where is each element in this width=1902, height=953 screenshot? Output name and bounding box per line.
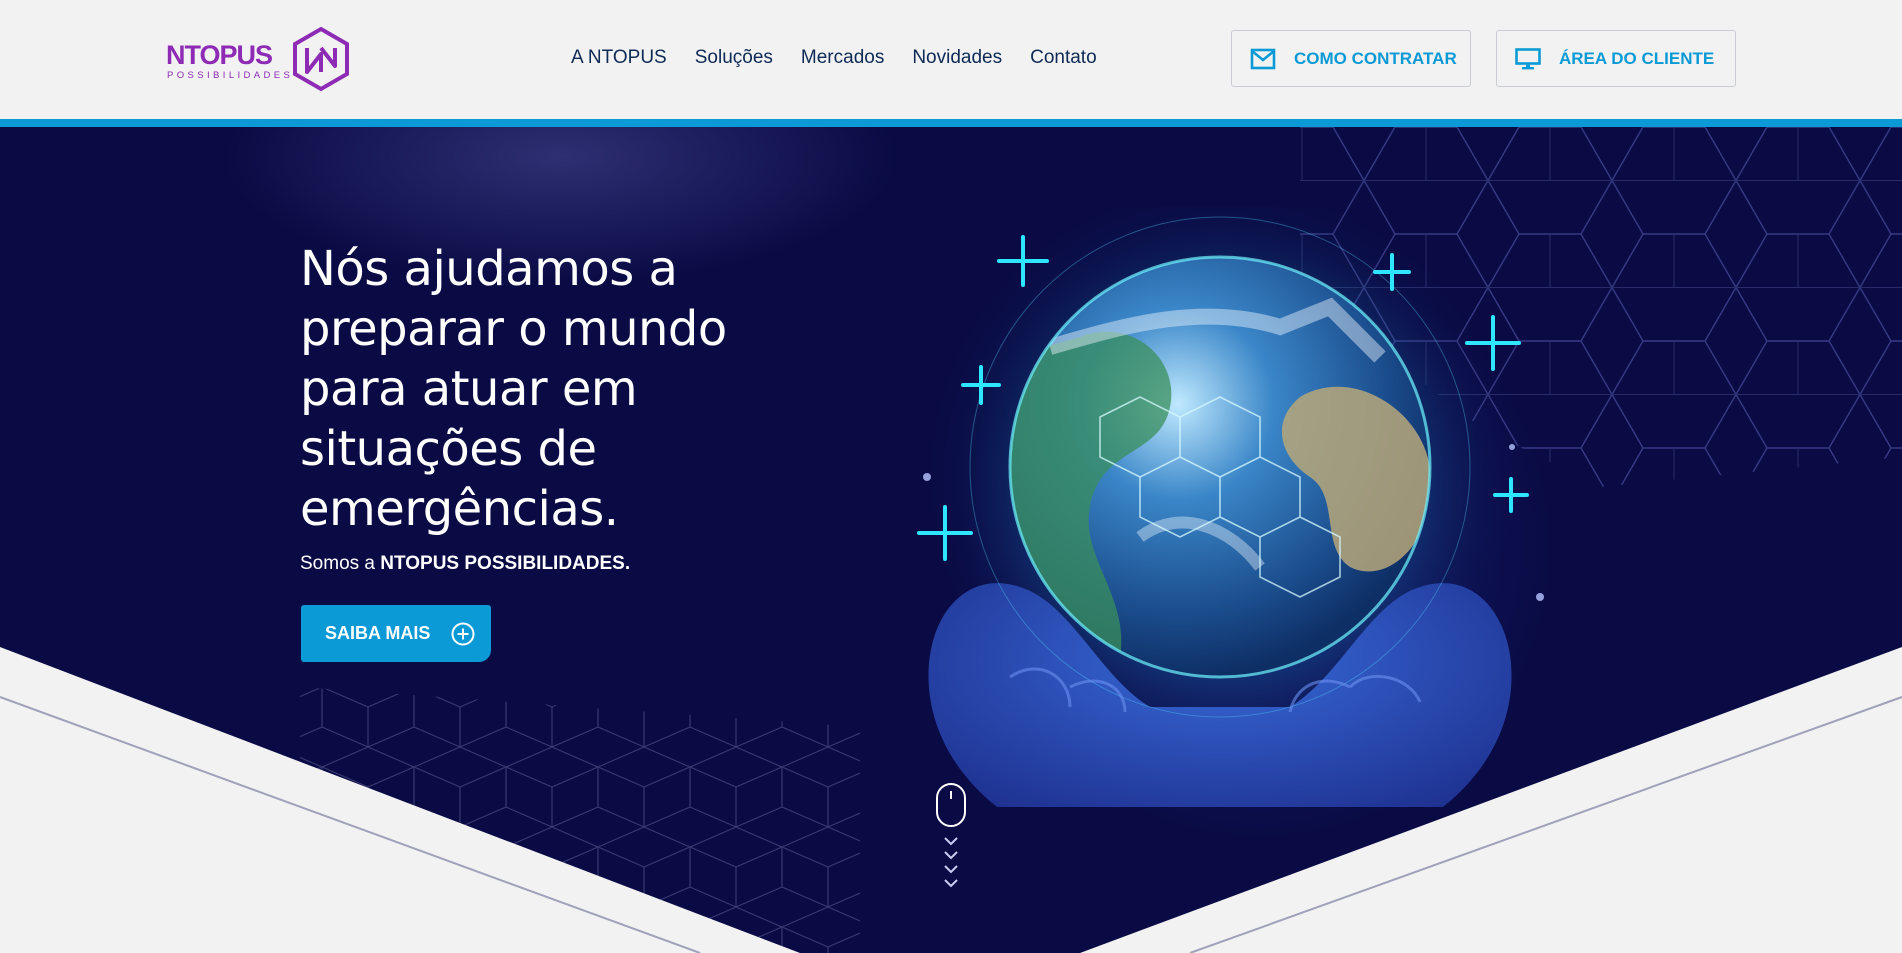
logo-wordmark: NTOPUS [166,40,273,70]
main-nav: A NTOPUS Soluções Mercados Novidades Con… [571,47,1125,69]
headline-line: Nós ajudamos a [300,241,678,297]
hero-section: Nós ajudamos a preparar o mundo para atu… [0,127,1902,953]
area-do-cliente-label: ÁREA DO CLIENTE [1559,48,1715,68]
hero-subtitle: Somos a NTOPUS POSSIBILIDADES. [300,553,630,575]
headline-line: emergências. [300,481,619,537]
hero-headline: Nós ajudamos a preparar o mundo para atu… [300,239,760,539]
nav-item-a-ntopus[interactable]: A NTOPUS [571,47,667,69]
subtitle-company: NTOPUS POSSIBILIDADES. [380,553,631,574]
nav-item-novidades[interactable]: Novidades [912,47,1002,69]
como-contratar-button[interactable]: COMO CONTRATAR [1231,30,1471,87]
headline-line: para atuar em [300,361,638,417]
nav-item-solucoes[interactable]: Soluções [695,47,773,69]
como-contratar-label: COMO CONTRATAR [1294,48,1457,68]
logo-tagline: POSSIBILIDADES [167,70,294,81]
envelope-icon [1250,48,1276,70]
plus-circle-icon [450,621,476,647]
ntopus-logo[interactable]: NTOPUS POSSIBILIDADES [166,26,356,94]
saiba-mais-label: SAIBA MAIS [325,623,431,643]
chevron-down-icon [944,837,958,888]
globe-in-hands-illustration [917,207,1544,807]
area-do-cliente-button[interactable]: ÁREA DO CLIENTE [1496,30,1736,87]
headline-line: preparar o mundo [300,301,727,357]
header-divider [0,119,1902,127]
logo-hexagon-icon [293,26,349,92]
monitor-icon [1515,47,1541,70]
site-header: NTOPUS POSSIBILIDADES A NTOPUS Soluções … [0,0,1902,120]
scroll-down-indicator[interactable] [935,782,967,902]
subtitle-prefix: Somos a [300,553,381,574]
nav-item-contato[interactable]: Contato [1030,47,1097,69]
headline-line: situações de [300,421,597,477]
mouse-icon [936,783,966,827]
nav-item-mercados[interactable]: Mercados [801,47,884,69]
saiba-mais-button[interactable]: SAIBA MAIS [301,605,491,662]
